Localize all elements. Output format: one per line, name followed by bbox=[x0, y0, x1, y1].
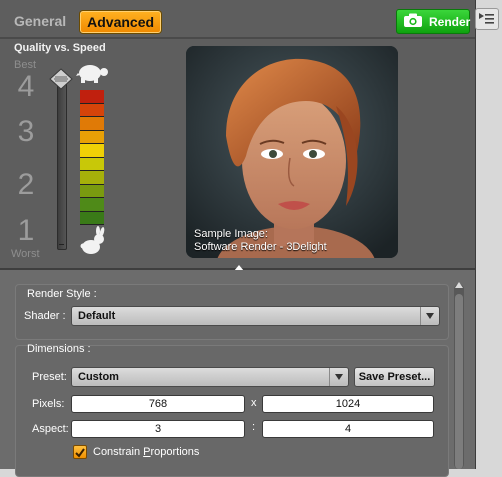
preview-caption-line1: Sample Image: bbox=[194, 228, 268, 240]
preset-dropdown[interactable]: Custom bbox=[71, 367, 349, 387]
scrollbar-thumb[interactable] bbox=[455, 294, 463, 469]
constrain-label-post: roportions bbox=[150, 446, 200, 458]
quality-meter-segment bbox=[80, 198, 104, 212]
shader-label: Shader : bbox=[24, 310, 66, 322]
rabbit-icon bbox=[80, 226, 106, 261]
preset-label: Preset: bbox=[32, 371, 67, 383]
quality-level-2: 2 bbox=[17, 168, 35, 201]
render-style-label: Render Style : bbox=[27, 288, 97, 300]
pixels-separator: x bbox=[251, 397, 257, 409]
quality-level-1: 1 bbox=[17, 214, 35, 247]
dimensions-label: Dimensions : bbox=[27, 343, 91, 355]
quality-meter-segment bbox=[80, 117, 104, 131]
quality-meter bbox=[80, 90, 104, 225]
preview-caption: Sample Image: Software Render - 3Delight bbox=[194, 228, 327, 254]
sample-render-preview: Sample Image: Software Render - 3Delight bbox=[186, 46, 398, 258]
quality-meter-segment bbox=[80, 144, 104, 158]
constrain-proportions-checkbox[interactable] bbox=[73, 445, 87, 459]
quality-level-4: 4 bbox=[17, 70, 35, 103]
turtle-icon bbox=[76, 60, 110, 89]
aspect-separator: : bbox=[252, 421, 256, 433]
worst-label: Worst bbox=[11, 248, 40, 260]
quality-meter-segment bbox=[80, 90, 104, 104]
scroll-up-arrow-icon[interactable] bbox=[455, 282, 463, 288]
quality-level-3: 3 bbox=[17, 115, 35, 148]
quality-slider-track[interactable] bbox=[57, 80, 67, 250]
quality-meter-segment bbox=[80, 157, 104, 171]
camera-icon bbox=[403, 12, 423, 31]
aspect-label: Aspect: bbox=[32, 423, 69, 435]
chevron-down-icon bbox=[420, 307, 439, 325]
chevron-down-icon bbox=[329, 368, 348, 386]
quality-meter-segment bbox=[80, 211, 104, 225]
preset-value: Custom bbox=[78, 371, 119, 383]
constrain-label-pre: Constrain bbox=[93, 446, 144, 458]
tab-divider bbox=[0, 37, 475, 39]
aspect-width-input[interactable]: 3 bbox=[71, 420, 245, 438]
shader-dropdown[interactable]: Default bbox=[71, 306, 440, 326]
render-settings-panel: General Advanced Render Quality vs. Spee… bbox=[0, 0, 476, 477]
quality-meter-segment bbox=[80, 103, 104, 117]
aspect-height-input[interactable]: 4 bbox=[262, 420, 434, 438]
tab-advanced[interactable]: Advanced bbox=[80, 11, 162, 33]
checkmark-icon bbox=[75, 448, 85, 458]
render-button-label: Render bbox=[429, 14, 471, 29]
quality-meter-segment bbox=[80, 171, 104, 185]
render-button[interactable]: Render bbox=[396, 9, 470, 34]
quality-meter-segment bbox=[80, 184, 104, 198]
pixels-height-input[interactable]: 1024 bbox=[262, 395, 434, 413]
tab-bar: General Advanced bbox=[8, 11, 162, 33]
save-preset-button[interactable]: Save Preset... bbox=[354, 367, 435, 387]
panel-menu-button[interactable] bbox=[475, 8, 499, 30]
portrait-image bbox=[186, 46, 398, 258]
tab-general[interactable]: General bbox=[8, 11, 72, 33]
quality-slider-handle[interactable] bbox=[49, 68, 73, 90]
constrain-proportions-label[interactable]: Constrain Proportions bbox=[93, 446, 199, 458]
shader-value: Default bbox=[78, 310, 116, 322]
pixels-width-input[interactable]: 768 bbox=[71, 395, 245, 413]
slider-tick bbox=[59, 244, 64, 245]
pixels-label: Pixels: bbox=[32, 398, 65, 410]
quality-title: Quality vs. Speed bbox=[14, 42, 106, 54]
panel-menu-icon bbox=[479, 13, 494, 24]
quality-meter-segment bbox=[80, 130, 104, 144]
preview-caption-line2: Software Render - 3Delight bbox=[194, 241, 327, 253]
